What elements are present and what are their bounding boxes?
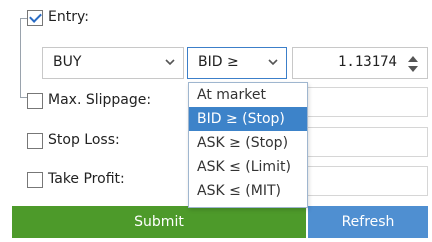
dropdown-option-ask-mit[interactable]: ASK ≤ (MIT): [189, 179, 307, 203]
dropdown-option-bid-stop[interactable]: BID ≥ (Stop): [189, 107, 307, 131]
price-value: 1.13174: [337, 54, 397, 70]
submit-button[interactable]: Submit: [12, 206, 306, 238]
dropdown-option-ask-stop[interactable]: ASK ≥ (Stop): [189, 131, 307, 155]
entry-label: Entry:: [48, 9, 89, 25]
condition-dropdown-list: At market BID ≥ (Stop) ASK ≥ (Stop) ASK …: [188, 82, 308, 208]
refresh-button[interactable]: Refresh: [308, 206, 428, 238]
side-select[interactable]: BUY: [42, 47, 184, 79]
entry-group-bracket: [20, 18, 28, 98]
spinner-icon[interactable]: [407, 54, 419, 74]
dropdown-option-at-market[interactable]: At market: [189, 83, 307, 107]
dropdown-option-ask-limit[interactable]: ASK ≤ (Limit): [189, 155, 307, 179]
take-profit-checkbox[interactable]: [27, 172, 43, 188]
side-select-value: BUY: [53, 54, 82, 70]
stop-loss-label: Stop Loss:: [48, 132, 120, 148]
stop-loss-checkbox[interactable]: [27, 133, 43, 149]
price-stepper[interactable]: 1.13174: [292, 47, 428, 79]
condition-select-value: BID ≥: [198, 54, 239, 70]
condition-select[interactable]: BID ≥: [187, 47, 287, 79]
max-slippage-label: Max. Slippage:: [48, 92, 152, 108]
take-profit-label: Take Profit:: [48, 171, 125, 187]
chevron-down-icon: [268, 59, 278, 66]
chevron-down-icon: [165, 59, 175, 66]
entry-checkbox[interactable]: [27, 10, 43, 26]
max-slippage-checkbox[interactable]: [27, 93, 43, 109]
